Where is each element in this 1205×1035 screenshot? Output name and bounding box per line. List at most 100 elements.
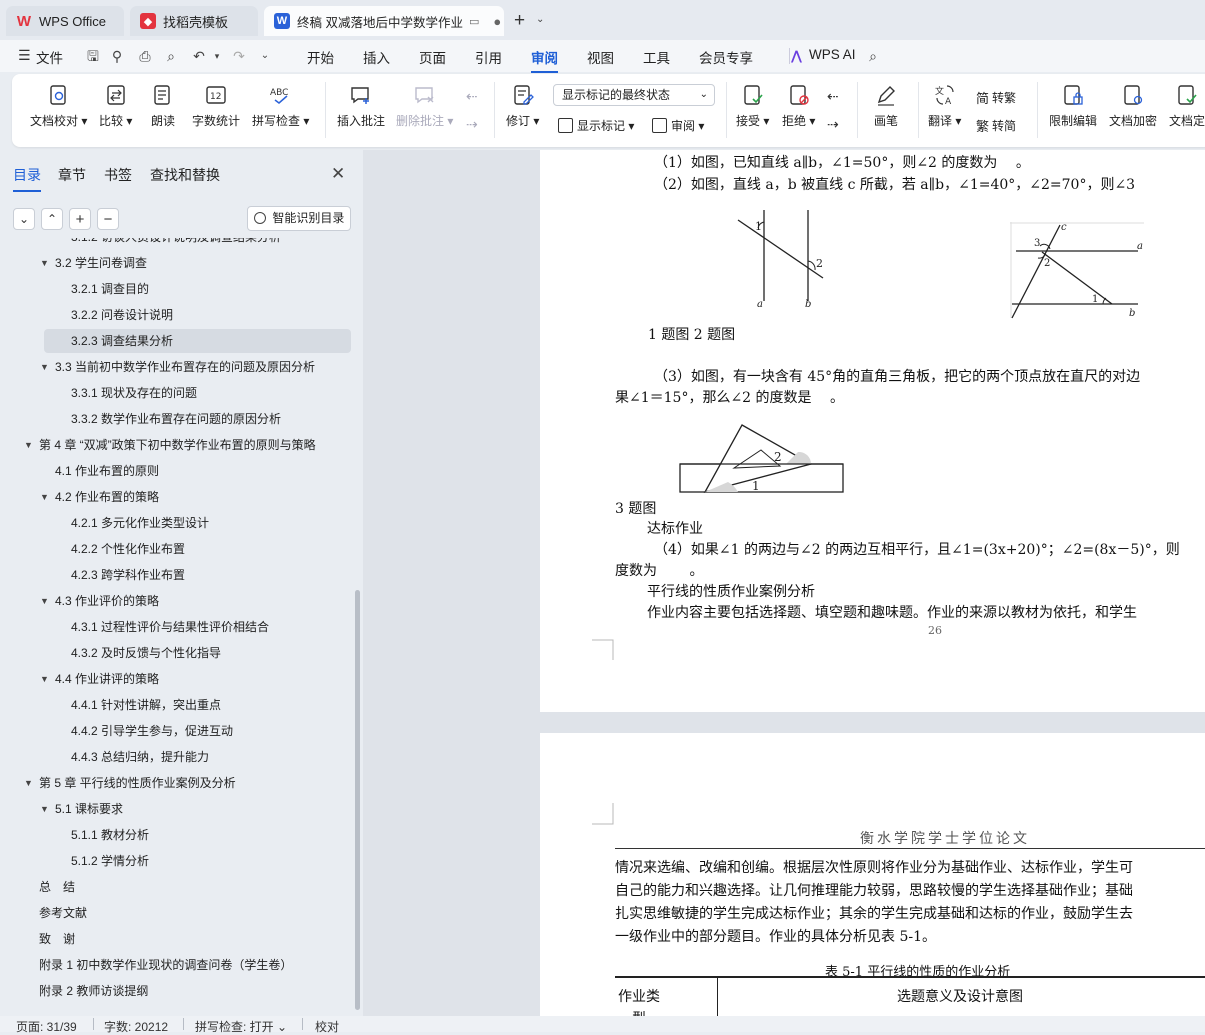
spell-check-button[interactable]: ABC 拼写检查 ▾ xyxy=(252,84,309,129)
toc-item[interactable]: 4.2.3 跨学科作业布置 xyxy=(0,562,355,588)
toc-item[interactable]: 附录 1 初中数学作业现状的调查问卷（学生卷） xyxy=(0,952,355,978)
expand-triangle-icon[interactable]: ▼ xyxy=(24,770,33,796)
toc-item[interactable]: 4.4.2 引导学生参与，促进互动 xyxy=(0,718,355,744)
expand-up-button[interactable]: ⌃ xyxy=(41,208,63,230)
link-icon[interactable]: ⚲ xyxy=(108,47,126,65)
menu-wps-ai[interactable]: WPS AI xyxy=(809,47,856,62)
pen-button[interactable]: 画笔 xyxy=(874,84,898,129)
toc-scrollbar[interactable] xyxy=(355,590,360,1010)
toc-item[interactable]: 3.2.2 问卷设计说明 xyxy=(0,302,355,328)
encrypt-button[interactable]: 文档加密 xyxy=(1109,84,1157,129)
toc-item[interactable]: ▼ 第 5 章 平行线的性质作业案例及分析 xyxy=(0,770,355,796)
expand-triangle-icon[interactable]: ▼ xyxy=(24,432,33,458)
question-3-line-2[interactable]: 果∠1＝15°，那么∠2 的度数是 。 xyxy=(615,387,844,407)
toc-item[interactable]: 3.2.3 调查结果分析 xyxy=(0,328,355,354)
remove-heading-button[interactable]: − xyxy=(97,208,119,230)
review-pane-button[interactable]: 审阅 ▾ xyxy=(652,117,704,134)
next-change-icon[interactable]: ⇢ xyxy=(827,116,839,133)
question-2[interactable]: （2）如图，直线 a，b 被直线 c 所截，若 a∥b，∠1=40°，∠2=70… xyxy=(654,174,1135,194)
menu-references[interactable]: 引用 xyxy=(475,47,502,67)
next-comment-icon[interactable]: ⇢ xyxy=(466,116,478,133)
toc-item[interactable]: ▼ 4.3 作业评价的策略 xyxy=(0,588,355,614)
add-heading-button[interactable]: + xyxy=(69,208,91,230)
menu-review[interactable]: 审阅 xyxy=(531,47,558,73)
tab-wps-office[interactable]: W WPS Office xyxy=(6,6,124,36)
expand-triangle-icon[interactable]: ▼ xyxy=(40,796,49,822)
toc-item[interactable]: 5.1.2 学情分析 xyxy=(0,848,355,874)
menu-tools[interactable]: 工具 xyxy=(643,47,670,67)
expand-triangle-icon[interactable]: ▼ xyxy=(40,666,49,692)
track-changes-button[interactable]: 修订 ▾ xyxy=(506,84,539,129)
hamburger-icon[interactable]: ☰ xyxy=(18,47,31,64)
collapse-all-button[interactable]: ⌄ xyxy=(13,208,35,230)
toc-item[interactable]: ▼ 4.2 作业布置的策略 xyxy=(0,484,355,510)
toc-item[interactable]: 4.1 作业布置的原则 xyxy=(0,458,355,484)
proofread-status[interactable]: 校对 xyxy=(315,1018,339,1035)
compare-button[interactable]: 比较 ▾ xyxy=(99,84,132,129)
save-icon[interactable]: 🖫 xyxy=(84,47,102,65)
toc-item[interactable]: 3.3.1 现状及存在的问题 xyxy=(0,380,355,406)
tab-docer-templates[interactable]: ◆ 找稻壳模板 xyxy=(130,6,258,36)
doc-check-button[interactable]: 文档校对 ▾ xyxy=(30,84,87,129)
toc-item[interactable]: 4.4.3 总结归纳，提升能力 xyxy=(0,744,355,770)
expand-triangle-icon[interactable]: ▼ xyxy=(40,588,49,614)
finalize-button[interactable]: 文档定 xyxy=(1169,84,1205,129)
close-tab-icon[interactable]: ● xyxy=(493,14,501,29)
toc-item[interactable]: 致 谢 xyxy=(0,926,355,952)
markup-select[interactable]: 显示标记的最终状态 ⌄ xyxy=(553,84,715,106)
prev-change-icon[interactable]: ⇠ xyxy=(827,88,839,105)
toc-item[interactable]: 4.3.2 及时反馈与个性化指导 xyxy=(0,640,355,666)
show-markup-button[interactable]: 显示标记 ▾ xyxy=(558,117,634,134)
more-chevron-icon[interactable]: ⌄ xyxy=(256,47,274,65)
to-traditional-button[interactable]: 繁 转简 xyxy=(976,116,1016,135)
body-paragraph-line[interactable]: 一级作业中的部分题目。作业的具体分析见表 5-1。 xyxy=(615,926,936,946)
toc-item[interactable]: 4.3.1 过程性评价与结果性评价相结合 xyxy=(0,614,355,640)
to-simplified-button[interactable]: 简 转繁 xyxy=(976,88,1016,107)
body-paragraph-line[interactable]: 情况来选编、改编和创编。根据层次性原则将作业分为基础作业、达标作业，学生可 xyxy=(615,857,1133,877)
redo-icon[interactable]: ↷ xyxy=(230,47,248,65)
print-preview-icon[interactable]: ⌕ xyxy=(162,47,180,65)
question-4-line-1[interactable]: （4）如果∠1 的两边与∠2 的两边互相平行，且∠1=(3x+20)°；∠2=(… xyxy=(654,539,1180,559)
tab-bookmarks[interactable]: 书签 xyxy=(104,165,132,185)
toc-item[interactable]: 参考文献 xyxy=(0,900,355,926)
body-paragraph-line[interactable]: 自己的能力和兴趣选择。让几何推理能力较弱，思路较慢的学生选择基础作业；基础 xyxy=(615,880,1133,900)
menu-insert[interactable]: 插入 xyxy=(363,47,390,67)
expand-triangle-icon[interactable]: ▼ xyxy=(40,484,49,510)
chevron-down-icon[interactable]: ⌄ xyxy=(536,14,544,25)
toc-item[interactable]: ▼ 4.4 作业讲评的策略 xyxy=(0,666,355,692)
toc-item[interactable]: ▼ 5.1 课标要求 xyxy=(0,796,355,822)
expand-triangle-icon[interactable]: ▼ xyxy=(40,354,49,380)
toc-item[interactable]: ▼ 3.2 学生问卷调查 xyxy=(0,250,355,276)
word-count-button[interactable]: 12 字数统计 xyxy=(192,84,240,129)
expand-triangle-icon[interactable]: ▼ xyxy=(40,250,49,276)
toc-item[interactable]: 4.2.1 多元化作业类型设计 xyxy=(0,510,355,536)
tab-find-replace[interactable]: 查找和替换 xyxy=(150,165,220,185)
close-panel-icon[interactable]: ✕ xyxy=(331,164,345,184)
tab-toc[interactable]: 目录 xyxy=(13,165,41,192)
toc-item[interactable]: ▼ 第 4 章 “双减”政策下初中数学作业布置的原则与策略 xyxy=(0,432,355,458)
question-1[interactable]: （1）如图，已知直线 a∥b，∠1=50°，则∠2 的度数为 。 xyxy=(654,152,1030,172)
toc-item[interactable]: 4.4.1 针对性讲解，突出重点 xyxy=(0,692,355,718)
tab-chapters[interactable]: 章节 xyxy=(58,165,86,185)
search-icon[interactable]: ⌕ xyxy=(864,47,882,65)
toc-item[interactable]: 3.3.2 数学作业布置存在问题的原因分析 xyxy=(0,406,355,432)
toc-item[interactable]: 3.1.2 访谈人员设计说明及调查结果分析 xyxy=(0,238,355,250)
toc-item[interactable]: 附录 2 教师访谈提纲 xyxy=(0,978,355,1004)
toc-item[interactable]: 4.2.2 个性化作业布置 xyxy=(0,536,355,562)
delete-comment-button[interactable]: 删除批注 ▾ xyxy=(396,84,453,129)
case-analysis-text[interactable]: 作业内容主要包括选择题、填空题和趣味题。作业的来源以教材为依托，和学生 xyxy=(647,602,1137,622)
translate-button[interactable]: 文A 翻译 ▾ xyxy=(928,84,961,129)
menu-member[interactable]: 会员专享 xyxy=(699,47,753,67)
insert-comment-button[interactable]: 插入批注 xyxy=(337,84,385,129)
accept-button[interactable]: 接受 ▾ xyxy=(736,84,769,129)
question-4-line-2[interactable]: 度数为 。 xyxy=(615,560,703,580)
menu-home[interactable]: 开始 xyxy=(307,47,334,67)
restrict-edit-button[interactable]: 限制编辑 xyxy=(1049,84,1097,129)
menu-page[interactable]: 页面 xyxy=(419,47,446,67)
reject-button[interactable]: 拒绝 ▾ xyxy=(782,84,815,129)
smart-toc-button[interactable]: 智能识别目录 xyxy=(247,206,351,231)
undo-icon[interactable]: ↶ xyxy=(190,47,208,65)
tab-current-document[interactable]: W 终稿 双减落地后中学数学作业 ▭ ● xyxy=(264,6,504,36)
read-aloud-button[interactable]: 朗读 xyxy=(151,84,175,129)
prev-comment-icon[interactable]: ⇠ xyxy=(466,88,478,105)
